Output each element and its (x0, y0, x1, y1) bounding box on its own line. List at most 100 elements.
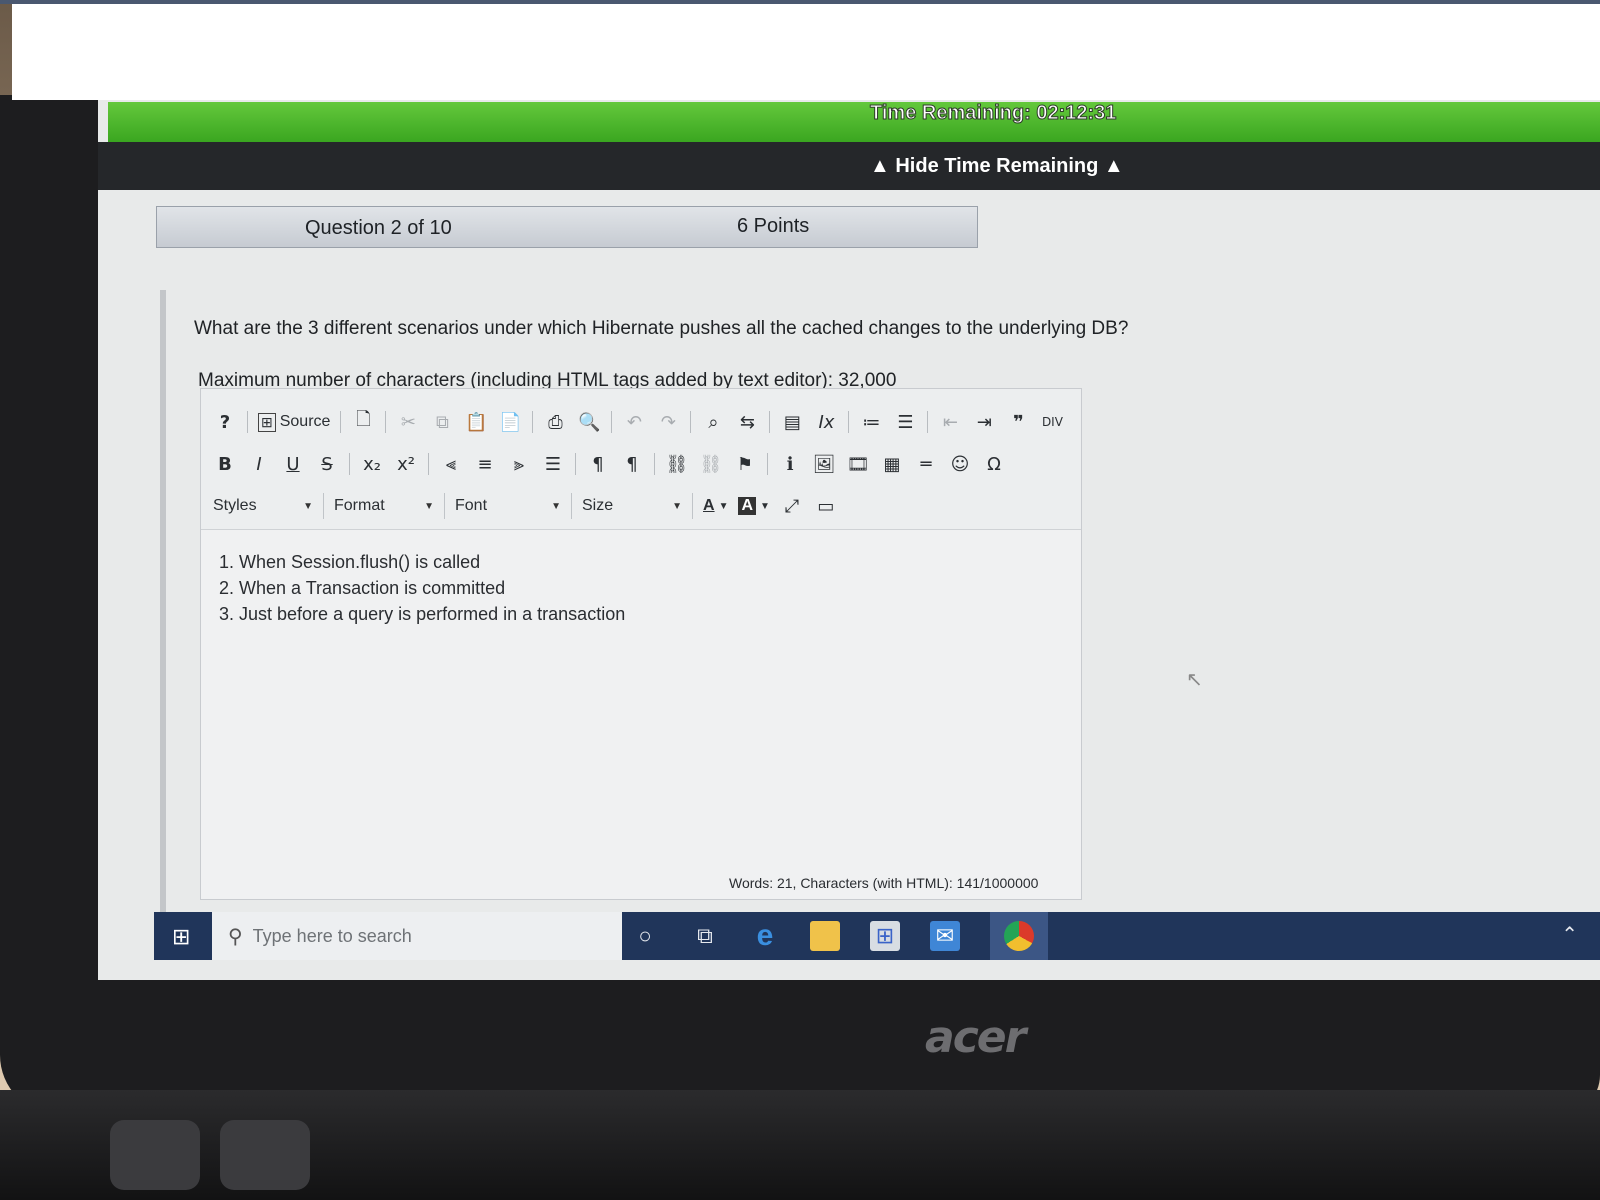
text-ltr-icon[interactable]: ¶ (586, 451, 610, 477)
styles-label: Styles (213, 497, 257, 514)
subscript-button[interactable]: x₂ (360, 451, 384, 477)
outdent-icon[interactable]: ⇤ (938, 409, 962, 435)
toolbar-separator (690, 411, 692, 433)
store-icon[interactable]: ⊞ (870, 921, 900, 951)
maximize-icon[interactable]: ⤢ (780, 493, 804, 519)
select-all-icon[interactable]: ▤ (780, 409, 804, 435)
horizontal-line-icon[interactable]: ═ (914, 451, 938, 477)
laptop-hinge (110, 1120, 200, 1190)
preview-icon[interactable]: 🔍 (577, 409, 601, 435)
text-rtl-icon[interactable]: ¶ (620, 451, 644, 477)
screen: Time Remaining: 02:12:31 ▲ Hide Time Rem… (98, 100, 1600, 980)
chevron-down-icon: ▼ (672, 500, 682, 512)
question-text: What are the 3 different scenarios under… (194, 318, 1129, 339)
chrome-taskbar-button[interactable] (990, 912, 1048, 960)
align-left-icon[interactable]: ⫷ (439, 451, 463, 477)
new-page-icon[interactable]: 🗋 (351, 409, 375, 435)
anchor-flag-icon[interactable]: ⚑ (733, 451, 757, 477)
mouse-cursor-icon: ↖ (1186, 669, 1203, 691)
paste-text-icon[interactable]: 📄 (498, 409, 522, 435)
table-icon[interactable]: ▦ (880, 451, 904, 477)
cut-icon[interactable]: ✂ (396, 409, 420, 435)
toolbar-separator (532, 411, 534, 433)
time-remaining-text: Time Remaining: 02:12:31 (869, 102, 1117, 125)
unlink-icon[interactable]: ⛓ (699, 451, 723, 477)
superscript-button[interactable]: x² (394, 451, 418, 477)
background-color-button[interactable]: A ▼ (738, 493, 770, 519)
media-icon[interactable]: 🎞 (846, 451, 870, 477)
info-icon[interactable]: ℹ (778, 451, 802, 477)
image-icon[interactable]: 🖼 (812, 451, 836, 477)
source-icon: ⊞ (258, 412, 276, 432)
undo-icon[interactable]: ↶ (622, 409, 646, 435)
hide-time-bar[interactable] (98, 142, 1600, 190)
find-icon[interactable]: ⌕ (701, 409, 725, 435)
styles-dropdown[interactable]: Styles ▼ (213, 493, 324, 519)
toolbar-separator (428, 453, 429, 475)
hide-time-remaining-button[interactable]: ▲ Hide Time Remaining ▲ (870, 155, 1124, 178)
size-label: Size (582, 497, 614, 514)
edge-icon[interactable]: e (750, 919, 780, 952)
numbered-list-icon[interactable]: ≔ (859, 409, 883, 435)
text-color-label: A (703, 497, 715, 514)
print-icon[interactable]: ⎙ (543, 409, 567, 435)
paste-icon[interactable]: 📋 (464, 409, 488, 435)
toolbar-row-1: ? ⊞ Source 🗋 ✂ ⧉ 📋 📄 ⎙ 🔍 ↶ ↷ ⌕ ⇆ ▤ Ix ≔ … (213, 405, 1064, 439)
replace-icon[interactable]: ⇆ (735, 409, 759, 435)
smiley-icon[interactable]: ☺ (948, 451, 972, 477)
question-header: Question 2 of 10 6 Points (156, 206, 978, 248)
toolbar-row-2: B I U S x₂ x² ⫷ ≡ ⫸ ☰ ¶ ¶ ⛓ ⛓ ⚑ ℹ 🖼 🎞 ▦ … (213, 447, 1006, 481)
indent-icon[interactable]: ⇥ (972, 409, 996, 435)
italic-button[interactable]: I (247, 451, 271, 477)
file-explorer-icon[interactable] (810, 921, 840, 951)
align-right-icon[interactable]: ⫸ (507, 451, 531, 477)
font-dropdown[interactable]: Font ▼ (455, 493, 572, 519)
link-icon[interactable]: ⛓ (665, 451, 689, 477)
word-count-status: Words: 21, Characters (with HTML): 141/1… (729, 875, 1039, 891)
div-container-icon[interactable]: DIV (1040, 409, 1064, 435)
redo-icon[interactable]: ↷ (656, 409, 680, 435)
special-char-button[interactable]: Ω (982, 451, 1006, 477)
question-number: Question 2 of 10 (305, 217, 452, 239)
bold-button[interactable]: B (213, 451, 237, 477)
editor-content[interactable]: 1. When Session.flush() is called 2. Whe… (219, 549, 625, 627)
taskbar-apps: ○ ⧉ e ⊞ ✉ (630, 912, 1048, 960)
brand-logo: acer (925, 1012, 1026, 1063)
remove-format-icon[interactable]: Ix (814, 409, 838, 435)
chrome-icon (1004, 921, 1034, 951)
toolbar-separator (575, 453, 576, 475)
tray-chevron-up-icon[interactable]: ⌃ (1561, 922, 1578, 947)
answer-line: 1. When Session.flush() is called (219, 552, 481, 572)
show-blocks-icon[interactable]: ▭ (814, 493, 838, 519)
copy-icon[interactable]: ⧉ (430, 409, 454, 435)
underline-button[interactable]: U (281, 451, 305, 477)
format-dropdown[interactable]: Format ▼ (334, 493, 445, 519)
toolbar-separator (848, 411, 850, 433)
format-label: Format (334, 497, 385, 514)
align-center-icon[interactable]: ≡ (473, 451, 497, 477)
answer-line: 2. When a Transaction is committed (219, 578, 506, 598)
windows-taskbar: ⊞ ⚲ Type here to search ○ ⧉ e ⊞ ✉ ⌃ (154, 912, 1600, 960)
background-color-label: A (738, 497, 757, 515)
mail-icon[interactable]: ✉ (930, 921, 960, 951)
source-button[interactable]: ⊞ Source (258, 409, 330, 435)
toolbar-row-3: Styles ▼ Format ▼ Font ▼ Size ▼ A ▼ A ▼ … (213, 489, 838, 523)
answer-line: 3. Just before a query is performed in a… (219, 604, 626, 624)
help-button[interactable]: ? (213, 409, 237, 435)
taskbar-search[interactable]: ⚲ Type here to search (212, 912, 622, 960)
toolbar-separator (247, 411, 248, 433)
strikethrough-button[interactable]: S (315, 451, 339, 477)
size-dropdown[interactable]: Size ▼ (582, 493, 693, 519)
font-label: Font (455, 497, 488, 514)
blockquote-icon[interactable]: ❞ (1006, 409, 1030, 435)
bulleted-list-icon[interactable]: ☰ (893, 409, 917, 435)
task-view-icon[interactable]: ⧉ (690, 921, 720, 951)
rich-text-editor: ? ⊞ Source 🗋 ✂ ⧉ 📋 📄 ⎙ 🔍 ↶ ↷ ⌕ ⇆ ▤ Ix ≔ … (200, 388, 1082, 900)
windows-start-icon[interactable]: ⊞ (172, 924, 196, 949)
top-overlay (12, 0, 1600, 100)
justify-icon[interactable]: ☰ (541, 451, 565, 477)
cortana-icon[interactable]: ○ (630, 921, 660, 951)
chevron-down-icon: ▼ (424, 500, 434, 512)
text-color-button[interactable]: A ▼ (703, 493, 728, 519)
toolbar-separator (769, 411, 771, 433)
